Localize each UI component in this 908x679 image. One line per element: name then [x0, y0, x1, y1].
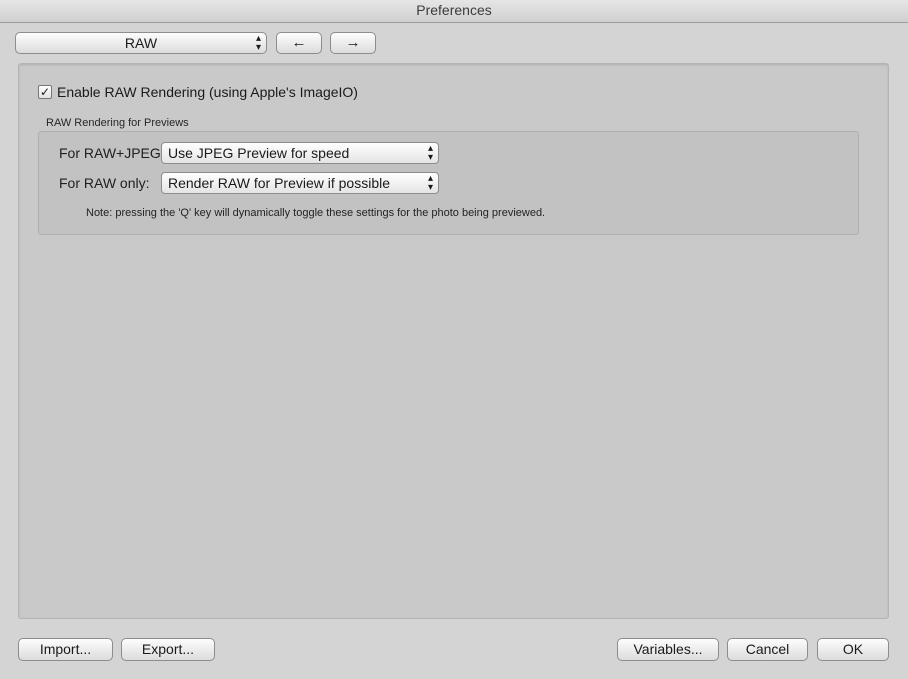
enable-raw-row[interactable]: ✓ Enable RAW Rendering (using Apple's Im…	[38, 83, 358, 101]
variables-button[interactable]: Variables...	[617, 638, 719, 661]
ok-button[interactable]: OK	[817, 638, 889, 661]
updown-arrows-icon: ▴ ▾	[255, 33, 261, 53]
q-key-note: Note: pressing the 'Q' key will dynamica…	[86, 207, 546, 219]
group-title: RAW Rendering for Previews	[46, 117, 189, 129]
window-title: Preferences	[0, 0, 908, 23]
raw-jpeg-select[interactable]: Use JPEG Preview for speed ▴ ▾	[161, 142, 439, 164]
raw-only-select[interactable]: Render RAW for Preview if possible ▴ ▾	[161, 172, 439, 194]
cancel-button[interactable]: Cancel	[727, 638, 808, 661]
updown-arrows-icon: ▴ ▾	[427, 143, 433, 163]
enable-raw-checkbox[interactable]: ✓	[38, 85, 52, 99]
updown-arrows-icon: ▴ ▾	[427, 173, 433, 193]
raw-jpeg-select-value: Use JPEG Preview for speed	[168, 145, 350, 161]
enable-raw-label: Enable RAW Rendering (using Apple's Imag…	[57, 84, 358, 100]
back-button[interactable]: ←	[276, 32, 322, 54]
category-popup-label: RAW	[124, 35, 158, 51]
raw-only-select-value: Render RAW for Preview if possible	[168, 175, 391, 191]
checkmark-icon: ✓	[39, 85, 51, 99]
raw-only-label: For RAW only:	[59, 175, 150, 191]
category-popup[interactable]: RAW ▴ ▾	[15, 32, 267, 54]
raw-jpeg-label: For RAW+JPEG:	[59, 145, 165, 161]
export-button[interactable]: Export...	[121, 638, 215, 661]
import-button[interactable]: Import...	[18, 638, 113, 661]
forward-button[interactable]: →	[330, 32, 376, 54]
